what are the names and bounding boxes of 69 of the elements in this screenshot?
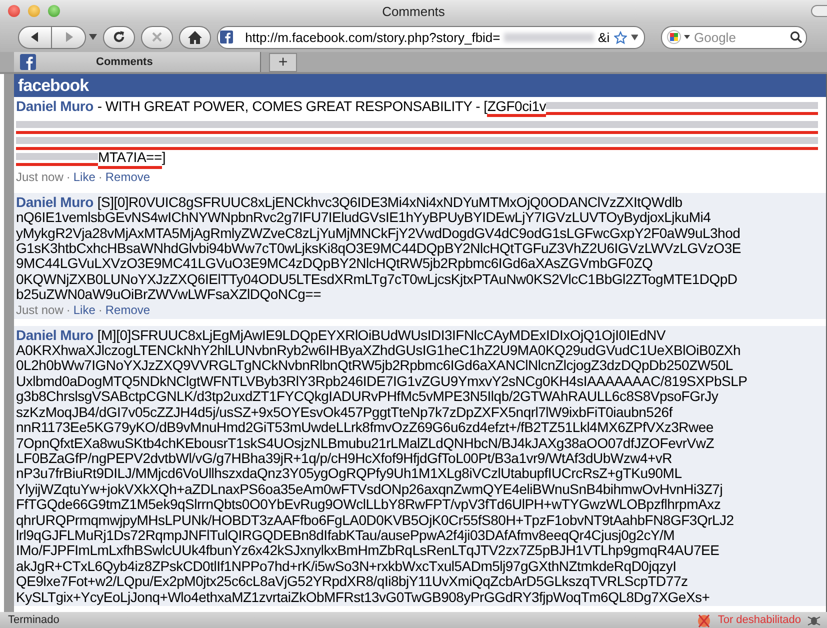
back-button[interactable] — [18, 26, 52, 48]
comment-action-link[interactable]: Remove — [105, 302, 150, 318]
history-dropdown-icon[interactable] — [89, 34, 97, 40]
author-link[interactable]: Daniel Muro — [16, 328, 94, 344]
comment-text: g3b8ChrslsgVSABctpCGNLK/d3tp2uxdZT1FYCQkgIADURvPHfMc5vMPE3N5Ilqb/2GTWAhRAULL6c8S8VpsoFGrJy — [16, 389, 718, 405]
reload-icon — [112, 30, 126, 44]
comment-text: 9MC44LGVuLXVzO3E9MC41LGVuO3E9MC4zDQpBY2NlcHQtRW5jb2Rpbmc6IGd6aXAsZGVmbGF0ZQ — [16, 256, 653, 272]
stop-button[interactable] — [141, 26, 173, 48]
comment-text: YlyijWZqtuYw+jokVXkXQh+aZDLnaxPS6oa35eAm0wFTVsdONp26axqnZwmQYE4eliBWnuSnB4bihmwOvHvnHi3Z7j — [16, 482, 723, 498]
comment-text: [M][0]SFRUUC8xLjEgMjAwIE9LDQpEYXRlOiBUdWUsIDI3IFNlcCAyMDExIDIxOjQ1OjI0IEdNV — [97, 328, 666, 344]
comment-text: A0KRXhwaXJlczogLTENCkNhY2hlLUNvbnRyb2w6IHByaXZhdGUsIG1heC1hZ2U9MA0KQ29udGVudC1UeXBlOiB0ZXh — [16, 343, 741, 358]
browser-tab[interactable]: Comments — [14, 52, 261, 72]
comment-text: 7OpnQfxtEXa8wuSKtb4chKEbousrT1skS4UOsjzNLBmubu21rLMalZLdQNHbcN/BJ4kJAXg38aOO07dfJZOFevrVwZ — [16, 436, 714, 451]
search-field[interactable]: Google — [661, 26, 807, 48]
author-link[interactable]: Daniel Muro — [16, 194, 94, 210]
back-icon — [29, 31, 41, 43]
comment-text: - WITH GREAT POWER, COMES GREAT RESPONSABILITY - [ — [97, 99, 488, 116]
comment-text: szKzMoqJB4/dGI7v05cZZJH4d5j/usSZ+9x5OYEsvOk457PggtTteNp7k7zDpZXFX5nqrl7lW9ixbFiT0iaubn526f — [16, 404, 672, 420]
separator-dot: · — [66, 302, 70, 318]
dropdown-icon[interactable] — [630, 34, 638, 40]
reload-button[interactable] — [103, 26, 135, 48]
comment-text: IMo/FJPFImLmLxfhBSwlcUUk4fbunYz6x42kSJxnylkxBmHmZbRqLsRenLTqJTV2zx7Z5pBJH1VTLhp9gmqR4AU7EE — [16, 543, 720, 559]
author-link[interactable]: Daniel Muro — [16, 99, 94, 118]
home-icon — [188, 30, 202, 44]
forward-button[interactable] — [52, 26, 86, 48]
comment-text: [S][0]R0VUIC8gSFRUUC8xLjENCkhvc3Q6IDE3Mi4xNi4xNDYuMTMxOjQ0ODANClVzZXItQWdlb — [97, 194, 682, 210]
comment-text: akJgR+CTxL6Qyb4iz8ZPskCD0tlIf1NPPo7hd+rK/i5wSo3N+rxkbWxcTxul5ADm5lj97gGXthNZtmkdeRqD0jqzyI — [16, 558, 676, 574]
comment-text: MTA7IA== — [98, 150, 162, 169]
address-field[interactable]: http://m.facebook.com/story.php?story_fbid= &i — [217, 26, 645, 48]
comment-text: nQ6IE1vemlsbGEvNS4wIChNYWNpbnRvc2g7IFU7IEludGVsIE1hYyBPUyBYIDEwLjY7IGVzLUVTOyBydjoxLjkuMi4 — [16, 210, 711, 226]
search-icon[interactable] — [790, 31, 802, 43]
comment-action-link[interactable]: Like — [73, 170, 96, 185]
comment-text: FfTGQde66G9tmZ1M5ek9qSlrrnQbts0O0YbEvRug9OWclLLbY8RwFPT/vpV3fTd6UlPH+wTYGwzWLOBpzflhrpmAxz — [16, 497, 721, 513]
home-button[interactable] — [179, 26, 211, 48]
comment-action-link[interactable]: Remove — [105, 170, 150, 185]
comment-action-link[interactable]: Like — [73, 302, 96, 318]
bookmark-star-icon[interactable] — [614, 30, 627, 44]
comment-text: G1sK3htbCxhcHBsaWNhdGlvbi94bWw7cT0wLjksKi8qO3E9MC44DQpBY2NlcHQtTGFuZ3VhZ2U6IGVzLWVzLGVzO3E — [16, 241, 741, 256]
site-icon — [20, 54, 36, 70]
onion-icon[interactable] — [696, 612, 712, 628]
url-text: &i — [598, 30, 610, 44]
search-engine-icon[interactable] — [666, 29, 692, 45]
site-icon — [220, 29, 234, 45]
separator-dot: · — [66, 170, 70, 185]
comment-text: Uxlbmd0aDogMTQ5NDkNClgtWFNTLVByb3RlY3Rpb246IDE7IG1vZGU9YmxvY2sNCg0KH4sIAAAAAAAC/819SXPbSLP — [16, 374, 748, 390]
status-text: Terminado — [8, 614, 60, 626]
comment-text: b25uZWN0aW9uOiBrZWVwLWFsaXZlDQoNCg== — [16, 287, 322, 303]
comment-text: nP3u7frBiuRt9DILJ/MMjcd6VoUllhszxdaQnz3Y05ygOgRQPfy9Uh1M1XLg8iVCzlUtabupfIUCrcRsZ+gTKu90ML — [16, 466, 682, 482]
comment-time: Just now — [16, 302, 64, 318]
separator-dot: · — [98, 302, 102, 318]
new-tab-button[interactable]: + — [269, 53, 297, 72]
comment-text: qhrURQPrmqmwjpyMHsLPUNk/HOBDT3zAAFfbo6FgLA0D0KVB5OjK0Cr55fS80H+TpzF1obvNT9tAahbFN8GF3QrLJ2 — [16, 512, 734, 528]
comment-text: LF0BZaGfP/ngPEPV2dvtbWl/vG/g7HBha39jR+1q/p/cH9HcXfof9HfjdGfToL00Pt/B3a1vr9/WtAf3dUbWzw4+vR — [16, 450, 672, 466]
comment-text: 0KQWNjZXB0LUNoYXJzZXQ6IElTTy04ODU5LTEsdXRmLTg7cT0wLjcsKjtxPTAuNw0KS2VlcC1BbGl2ZTogMTE1DQpD — [16, 272, 738, 288]
comment-text: QE9lxe7Fot+w2/LQpu/Ex2pM0jtx25c6cL8aVjG52YRpdXR8/qIi8bjY11UvXmiQqZcbArD5GLkszqTVRLScpTD77z — [16, 574, 688, 590]
search-placeholder: Google — [694, 30, 737, 44]
comment-text: lrl9qGJFLMuRj1Ds72RqmpJNFlTulQIRGQDEBn8dIfabKTau/ausePpwA2f4ji03DAfAfmv8eeqQr4Cjusj0g2cY/M — [16, 528, 675, 544]
comment-text: yMykgR2Vja28vMjAxMTA5MjAgRmlyZWZveC8zLjYuMjMNCkFjY2VwdDogdGV4dC9odG1sLGFwcGxpY2F0aW9uL3hod — [16, 226, 740, 242]
comment-text: 0L2h0bWw7IGNoYXJzZXQ9VVRGLTgNCkNvbnRlbnQtRW5jb2Rpbmc6IGd6aXANClNlcnZlcjogZ3dzDQpDb250ZW50L — [16, 358, 733, 374]
comment-text: nnR1173Ee5KG79yKO/dB9vMnuHmd2GiT53mUwdeLLrk8fmvOzZ69G6u6zd4efzt+/fB2TZ51Lkl4MX6ZPfVXz3Rwee — [16, 420, 714, 436]
url-text: http://m.facebook.com/story.php?story_fbid= — [245, 30, 500, 44]
comment-time: Just now — [16, 170, 64, 185]
stop-icon — [151, 31, 163, 43]
comment-text: KySLTgix+YcyEoLjJonq+Wlo4ethxaMZ1zvrtaiZkObMFRst13vG0TwGB908yPrGGdRY3fjpWoqTm6QL8Dg7XGeXs+ — [16, 590, 710, 605]
site-logo[interactable]: facebook — [18, 76, 89, 96]
comment-text: ] — [162, 150, 166, 168]
window-title: Comments — [381, 4, 446, 18]
separator-dot: · — [98, 170, 102, 185]
close-button[interactable] — [8, 5, 20, 17]
